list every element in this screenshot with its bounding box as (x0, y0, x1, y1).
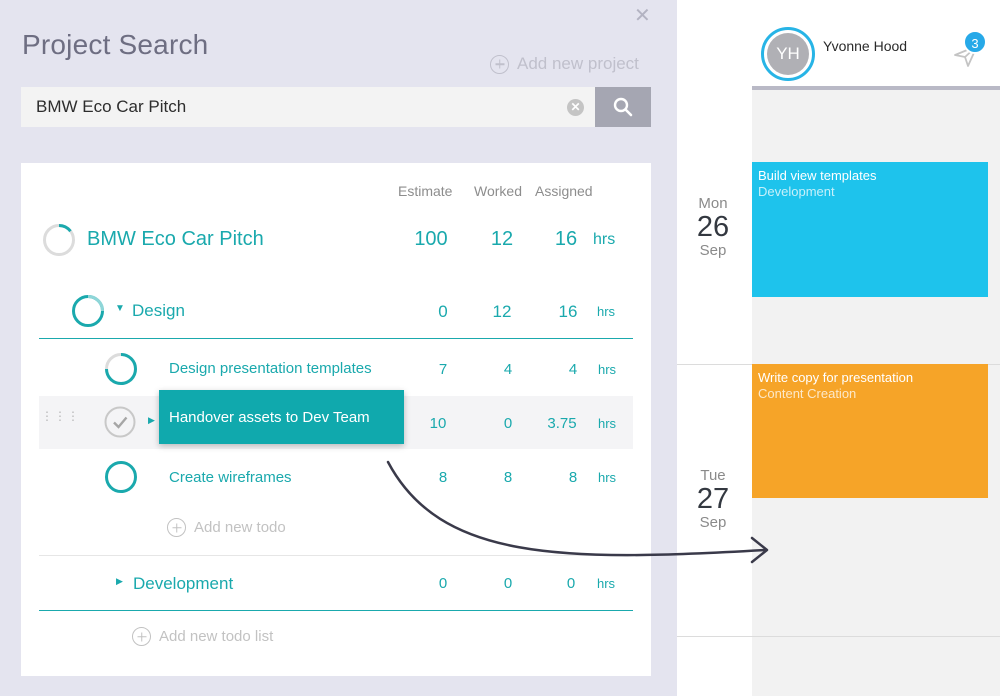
list-unit: hrs (597, 304, 616, 319)
todo-unit: hrs (598, 470, 617, 485)
divider (39, 555, 633, 556)
add-todo-button[interactable]: Add new todo (167, 518, 286, 537)
date-dow: Mon (698, 195, 728, 212)
date-month: Sep (699, 514, 727, 531)
date-dow: Tue (700, 467, 726, 484)
check-circle-icon[interactable] (103, 405, 137, 439)
todo-assigned: 8 (568, 469, 578, 486)
plus-circle-icon (167, 518, 186, 537)
todo-name[interactable]: Create wireframes (169, 469, 292, 486)
caret-down-icon[interactable]: ▼ (115, 303, 125, 314)
caret-right-icon[interactable]: ▶ (116, 576, 123, 587)
todo-name[interactable]: Design presentation templates (169, 360, 372, 377)
project-search-panel: ✕ Project Search Add new project BMW Eco… (0, 0, 677, 696)
date-tue-27: Tue 27 Sep (685, 467, 741, 531)
search-value: BMW Eco Car Pitch (36, 97, 187, 116)
column-worked: Worked (474, 183, 522, 199)
todo-assigned: 4 (568, 361, 578, 378)
todo-unit: hrs (598, 362, 617, 377)
list-worked: 0 (503, 575, 513, 592)
event-subtitle: Development (758, 184, 835, 199)
search-input[interactable]: BMW Eco Car Pitch ✕ (21, 87, 595, 127)
todo-assigned: 3.75 (547, 415, 577, 432)
progress-ring-icon (105, 353, 137, 385)
divider (39, 610, 633, 611)
add-todo-label: Add new todo (194, 519, 286, 536)
user-name: Yvonne Hood (823, 38, 908, 54)
list-name-development[interactable]: Development (133, 574, 233, 594)
project-estimate: 100 (414, 228, 448, 250)
progress-ring-icon (105, 461, 137, 493)
calendar-header-bar (752, 86, 1000, 90)
close-icon[interactable]: ✕ (634, 6, 651, 26)
list-unit: hrs (597, 576, 616, 591)
panel-title: Project Search (22, 29, 209, 60)
list-estimate: 0 (438, 575, 448, 592)
todo-worked: 0 (503, 415, 513, 432)
add-todo-list-label: Add new todo list (159, 628, 274, 645)
calendar-event[interactable]: Build view templates Development (752, 162, 988, 297)
date-month: Sep (699, 242, 727, 259)
project-unit: hrs (593, 231, 616, 248)
add-project-label: Add new project (517, 54, 639, 73)
todo-estimate: 7 (438, 361, 448, 378)
todo-worked: 4 (503, 361, 513, 378)
caret-right-icon[interactable]: ▶ (148, 415, 155, 426)
project-worked: 12 (490, 228, 514, 250)
date-mon-26: Mon 26 Sep (685, 195, 741, 259)
calendar-panel: YH Yvonne Hood 3 Mon 26 Sep Tue 27 Sep B… (677, 0, 1000, 696)
progress-ring-icon (72, 295, 104, 327)
add-project-button[interactable]: Add new project (490, 54, 639, 74)
todo-estimate: 8 (438, 469, 448, 486)
plus-circle-icon (132, 627, 151, 646)
plus-circle-icon (490, 54, 509, 74)
event-title: Build view templates (758, 168, 877, 183)
todo-estimate: 10 (429, 415, 447, 432)
drag-handle-icon[interactable]: ⋮⋮⋮ (41, 410, 80, 422)
list-name-design[interactable]: Design (132, 301, 185, 321)
clear-search-icon[interactable]: ✕ (567, 99, 584, 116)
column-estimate: Estimate (398, 183, 453, 199)
date-day: 26 (696, 211, 730, 243)
todo-unit: hrs (598, 416, 617, 431)
list-estimate: 0 (438, 302, 448, 321)
event-title: Write copy for presentation (758, 370, 914, 385)
avatar[interactable]: YH (761, 27, 815, 81)
progress-ring-icon (43, 224, 75, 256)
column-assigned: Assigned (535, 183, 593, 199)
project-assigned: 16 (554, 228, 578, 250)
todo-worked: 8 (503, 469, 513, 486)
calendar-event[interactable]: Write copy for presentation Content Crea… (752, 364, 988, 498)
search-icon (613, 97, 633, 117)
list-assigned: 0 (566, 575, 576, 592)
search-button[interactable] (595, 87, 651, 127)
day-divider (677, 636, 1000, 637)
date-day: 27 (696, 483, 730, 515)
list-worked: 12 (492, 302, 512, 321)
divider (39, 338, 633, 339)
dragged-todo-card[interactable]: Handover assets to Dev Team (159, 390, 404, 444)
list-assigned: 16 (558, 302, 578, 321)
add-todo-list-button[interactable]: Add new todo list (132, 627, 273, 646)
avatar-initials: YH (767, 33, 809, 75)
todo-name: Handover assets to Dev Team (169, 408, 370, 426)
project-name[interactable]: BMW Eco Car Pitch (87, 228, 264, 251)
event-subtitle: Content Creation (758, 386, 857, 401)
notification-badge: 3 (963, 30, 987, 54)
